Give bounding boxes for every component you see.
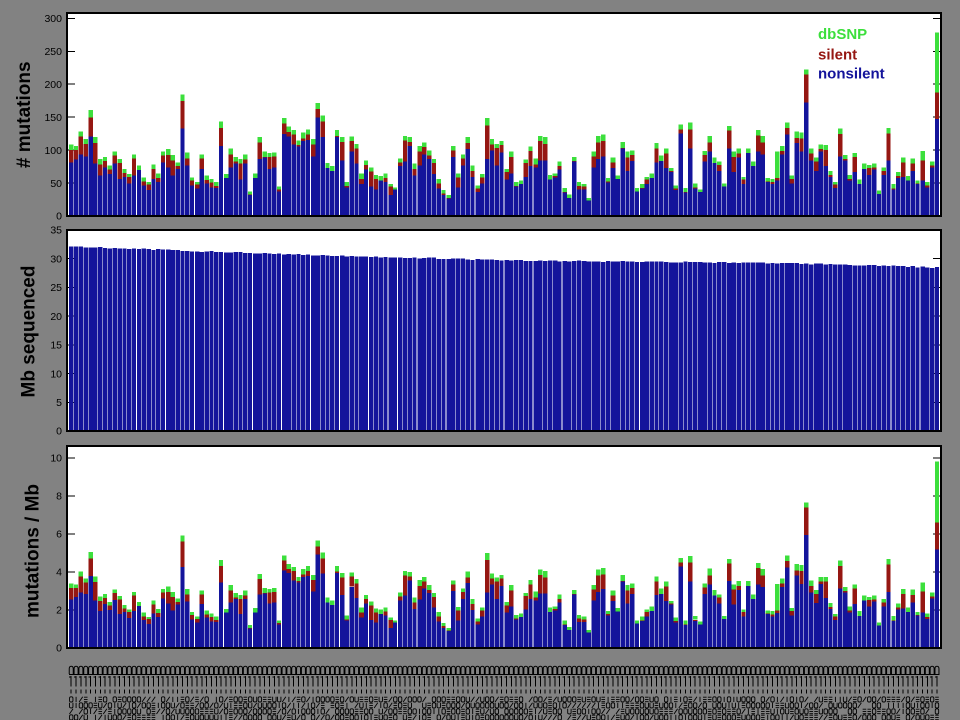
svg-text:50: 50	[50, 178, 62, 190]
svg-text:10: 10	[50, 453, 62, 465]
svg-text:150: 150	[44, 112, 62, 124]
svg-text:# mutations: # mutations	[14, 61, 35, 168]
svg-text:2: 2	[56, 605, 62, 617]
svg-text:250: 250	[44, 46, 62, 58]
svg-text:300: 300	[44, 13, 62, 25]
svg-text:silent: silent	[818, 47, 857, 64]
svg-text:4: 4	[56, 567, 62, 579]
svg-text:35: 35	[50, 225, 62, 237]
svg-text:0: 0	[56, 211, 62, 223]
svg-text:0: 0	[56, 426, 62, 438]
svg-text:8: 8	[56, 491, 62, 503]
svg-text:100: 100	[44, 145, 62, 157]
svg-text:nonsilent: nonsilent	[818, 66, 885, 83]
svg-text:Mb sequenced: Mb sequenced	[19, 266, 40, 398]
svg-text:30: 30	[50, 253, 62, 265]
svg-text:6: 6	[56, 529, 62, 541]
svg-text:15: 15	[50, 340, 62, 352]
svg-text:25: 25	[50, 282, 62, 294]
svg-text:10: 10	[50, 368, 62, 380]
svg-text:mutations / Mb: mutations / Mb	[23, 484, 44, 618]
svg-text:0: 0	[56, 643, 62, 655]
svg-text:20: 20	[50, 311, 62, 323]
svg-text:dbSNP: dbSNP	[818, 26, 867, 43]
svg-text:5: 5	[56, 397, 62, 409]
svg-text:200: 200	[44, 79, 62, 91]
